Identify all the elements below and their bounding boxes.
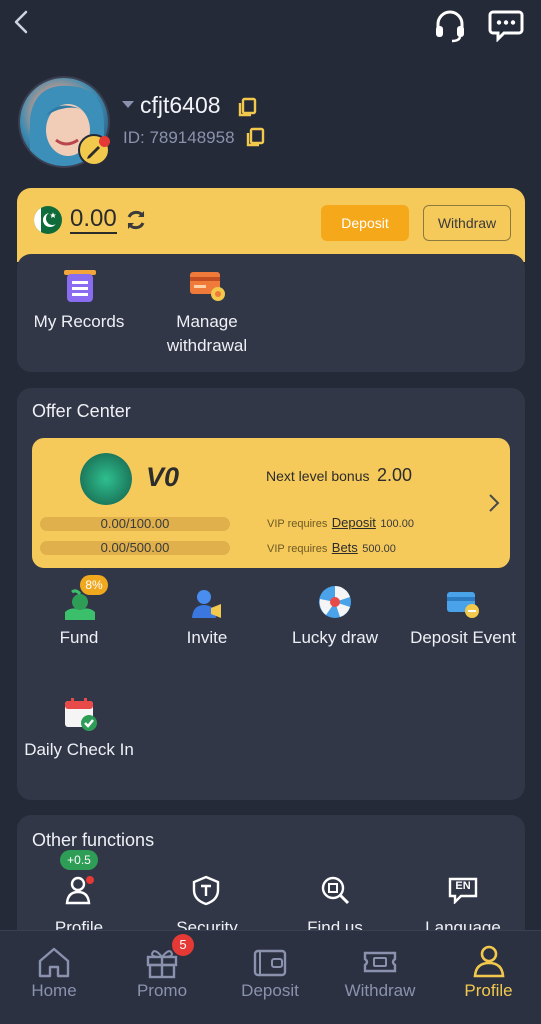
promo-count-badge: 5	[172, 934, 194, 956]
manage-withdrawal-icon	[190, 272, 225, 301]
invite-icon	[192, 590, 221, 618]
deposit-progress-text: 0.00/100.00	[100, 516, 170, 531]
security-shield-icon	[192, 875, 220, 906]
lucky-wheel-icon	[319, 586, 351, 618]
home-icon	[38, 947, 70, 978]
vip-level: V0	[146, 462, 180, 492]
lucky-draw-tile[interactable]: Lucky draw	[278, 578, 392, 678]
security-label: Security	[176, 918, 238, 930]
refresh-icon[interactable]	[124, 208, 148, 232]
manage-withdrawal-label: Manage withdrawal	[166, 312, 248, 355]
find-us-label: Find us	[307, 918, 363, 930]
copy-icon[interactable]	[236, 96, 258, 118]
user-id: ID: 789148958	[123, 128, 235, 147]
invite-label: Invite	[186, 628, 228, 647]
headset-icon[interactable]	[432, 8, 468, 44]
bets-progress-text: 0.00/500.00	[100, 540, 170, 555]
deposit-requirement-value: 100.00	[380, 518, 414, 530]
daily-check-in-label: Daily Check In	[24, 740, 134, 759]
nav-deposit-label: Deposit	[241, 981, 299, 1000]
deposit-event-tile[interactable]: Deposit Event	[408, 578, 518, 678]
language-icon: EN	[447, 876, 479, 904]
nav-profile-label: Profile	[464, 981, 513, 1000]
my-records-tile[interactable]: My Records	[24, 266, 134, 362]
username: cfjt6408	[140, 92, 221, 118]
chevron-right-icon[interactable]	[486, 492, 502, 514]
nav-deposit[interactable]: Deposit	[216, 935, 324, 1015]
balance-amount: 0.00	[70, 205, 117, 234]
manage-withdrawal-tile[interactable]: Manage withdrawal	[152, 266, 262, 362]
requirement-prefix: VIP requires	[267, 543, 328, 555]
my-records-label: My Records	[33, 312, 125, 331]
bets-requirement-link[interactable]: Bets	[332, 540, 358, 555]
profile-reward-badge: +0.5	[60, 850, 98, 870]
chat-bubble-icon[interactable]	[488, 6, 524, 42]
notification-dot	[99, 136, 110, 147]
security-tile[interactable]: Security	[152, 850, 262, 930]
deposit-button[interactable]: Deposit	[321, 205, 409, 241]
language-label: Language	[425, 918, 501, 930]
offer-center-title: Offer Center	[32, 401, 131, 421]
calendar-check-icon	[65, 698, 97, 731]
invite-tile[interactable]: Invite	[152, 578, 262, 678]
fund-tile[interactable]: 8% Fund	[24, 575, 134, 678]
ticket-icon	[363, 951, 397, 973]
next-level-bonus-label: Next level bonus	[266, 468, 370, 484]
pakistan-flag-icon	[34, 206, 62, 234]
lucky-draw-label: Lucky draw	[292, 628, 378, 647]
profile-edit-icon	[65, 876, 94, 905]
profile-function-label: Profile	[54, 918, 104, 930]
nav-promo-label: Promo	[136, 981, 188, 1000]
profile-function-tile[interactable]: +0.5 Profile	[24, 850, 134, 930]
vip-deposit-requirement: VIP requires Deposit 100.00	[267, 514, 414, 532]
deposit-event-icon	[447, 592, 479, 618]
nav-profile[interactable]: Profile	[436, 935, 541, 1015]
withdraw-button[interactable]: Withdraw	[423, 205, 511, 241]
language-tile[interactable]: EN Language	[408, 850, 518, 930]
chevron-down-icon[interactable]	[122, 101, 134, 108]
daily-check-in-tile[interactable]: Daily Check In	[24, 694, 134, 794]
back-arrow-icon[interactable]	[10, 8, 34, 36]
nav-withdraw-label: Withdraw	[344, 981, 416, 1000]
fund-badge: 8%	[80, 575, 108, 595]
records-icon	[64, 270, 96, 302]
nav-home-label: Home	[31, 981, 77, 1000]
find-us-tile[interactable]: Find us	[278, 850, 392, 930]
vip-bets-requirement: VIP requires Bets 500.00	[267, 539, 396, 557]
find-us-icon	[321, 876, 350, 905]
vip-coin-icon	[80, 453, 132, 505]
person-icon	[473, 945, 505, 978]
nav-promo[interactable]: 5 Promo	[108, 934, 216, 1015]
bets-requirement-value: 500.00	[362, 543, 396, 555]
wallet-icon	[253, 949, 287, 977]
copy-icon[interactable]	[244, 126, 266, 148]
deposit-requirement-link[interactable]: Deposit	[332, 515, 376, 530]
other-functions-title: Other functions	[32, 830, 155, 850]
deposit-event-label: Deposit Event	[410, 628, 516, 647]
next-level-bonus-value: 2.00	[377, 465, 413, 485]
language-code: EN	[455, 880, 471, 892]
nav-home[interactable]: Home	[0, 935, 108, 1015]
requirement-prefix: VIP requires	[267, 518, 328, 530]
nav-withdraw[interactable]: Withdraw	[324, 935, 436, 1015]
fund-label: Fund	[59, 628, 99, 647]
